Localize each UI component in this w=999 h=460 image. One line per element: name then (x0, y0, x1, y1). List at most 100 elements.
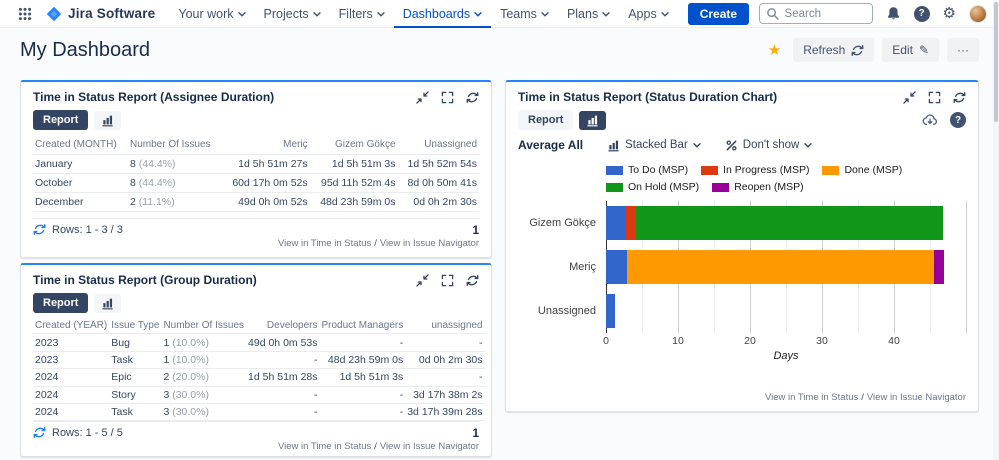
gridline (966, 201, 967, 333)
view-in-time-in-status-link[interactable]: View in Time in Status (278, 441, 371, 452)
edit-button[interactable]: Edit ✎ (882, 38, 939, 62)
settings-gear-icon[interactable]: ⚙ (943, 6, 956, 21)
nav-item-label: Filters (339, 7, 373, 21)
nav-item-plans[interactable]: Plans (558, 0, 619, 28)
report-toggle-button[interactable]: Report (33, 293, 88, 313)
jira-logo[interactable]: Jira Software (42, 6, 165, 22)
table-cell: 2024 (33, 369, 109, 386)
x-tick-label: 0 (603, 335, 609, 347)
refresh-button[interactable]: Refresh (793, 38, 874, 62)
nav-item-apps[interactable]: Apps (619, 0, 678, 28)
chevron-down-icon (693, 143, 701, 148)
nav-item-label: Plans (567, 7, 598, 21)
legend-item-to-do-msp-[interactable]: To Do (MSP) (606, 164, 688, 176)
page-number[interactable]: 1 (472, 223, 479, 237)
bar-segment-on-hold-msp-[interactable] (636, 206, 943, 240)
bar-segment-to-do-msp-[interactable] (606, 206, 625, 240)
rows-info[interactable]: Rows: 1 - 5 / 5 (33, 426, 123, 439)
x-axis: 010203040 (606, 333, 966, 348)
app-switcher-icon[interactable] (12, 7, 38, 21)
help-icon[interactable]: ? (950, 112, 966, 128)
column-header[interactable]: Gizem Gökçe (310, 135, 398, 155)
chart-type-dropdown[interactable]: Stacked Bar (607, 139, 701, 152)
chart-toggle-button[interactable] (94, 111, 121, 130)
bar-chart-icon (607, 139, 620, 152)
help-icon[interactable]: ? (914, 6, 930, 22)
table-cell: 0d 0h 2m 30s (405, 351, 484, 368)
rows-info[interactable]: Rows: 1 - 3 / 3 (33, 223, 123, 236)
column-header[interactable]: Created (MONTH) (33, 135, 128, 155)
nav-item-dashboards[interactable]: Dashboards (394, 0, 491, 28)
dashboard-header: My Dashboard ★ Refresh Edit ✎ ··· (0, 28, 999, 72)
collapse-icon[interactable] (416, 274, 429, 287)
issue-count-cell: 2 (11.1%) (128, 193, 222, 212)
collapse-icon[interactable] (416, 91, 429, 104)
nav-item-projects[interactable]: Projects (255, 0, 330, 28)
collapse-icon[interactable] (903, 91, 916, 104)
chevron-down-icon (474, 12, 482, 17)
view-in-time-in-status-link[interactable]: View in Time in Status (765, 392, 858, 403)
x-tick-label: 30 (816, 335, 828, 347)
expand-icon[interactable] (441, 274, 454, 287)
column-header[interactable]: Meriç (222, 135, 310, 155)
refresh-icon[interactable] (466, 91, 479, 104)
notifications-bell-icon[interactable] (886, 6, 901, 21)
chart-toggle-button[interactable] (94, 294, 121, 313)
column-header[interactable]: Issue Type (109, 318, 161, 334)
bar-segment-done-msp-[interactable] (627, 250, 934, 284)
refresh-icon[interactable] (466, 274, 479, 287)
bar-segment-in-progress-msp-[interactable] (625, 206, 635, 240)
expand-icon[interactable] (928, 91, 941, 104)
table-cell: 49d 0h 0m 52s (222, 193, 310, 212)
bar-segment-to-do-msp-[interactable] (606, 250, 627, 284)
column-header[interactable]: Number Of Issues (128, 135, 222, 155)
column-header[interactable]: Created (YEAR) (33, 318, 109, 334)
table-row: 2024Story3 (30.0%)--3d 17h 38m 2s (33, 386, 485, 403)
view-in-issue-navigator-link[interactable]: View in Issue Navigator (380, 441, 479, 452)
create-button[interactable]: Create (688, 3, 749, 25)
table-cell: - (246, 351, 319, 368)
favorite-star-icon[interactable]: ★ (768, 41, 781, 59)
table-cell: - (405, 369, 484, 386)
expand-icon[interactable] (441, 91, 454, 104)
legend-item-reopen-msp-[interactable]: Reopen (MSP) (712, 181, 803, 193)
scrollbar-thumb[interactable] (994, 2, 998, 122)
column-header[interactable]: Developers (246, 318, 319, 334)
view-in-time-in-status-link[interactable]: View in Time in Status (278, 238, 371, 249)
table-cell: 2023 (33, 351, 109, 368)
nav-item-filters[interactable]: Filters (330, 0, 394, 28)
nav-item-your-work[interactable]: Your work (169, 0, 254, 28)
column-header[interactable]: Product Managers (320, 318, 406, 334)
more-options-button[interactable]: ··· (947, 38, 979, 62)
view-in-issue-navigator-link[interactable]: View in Issue Navigator (867, 392, 966, 403)
view-in-issue-navigator-link[interactable]: View in Issue Navigator (380, 238, 479, 249)
report-toggle-button[interactable]: Report (33, 110, 88, 130)
download-cloud-icon[interactable] (922, 112, 938, 128)
chevron-down-icon (661, 12, 669, 17)
table-cell: 49d 0h 0m 53s (246, 334, 319, 351)
legend-swatch (606, 166, 623, 175)
primary-nav: Your workProjects Filters DashboardsTeams P… (169, 0, 677, 28)
legend-item-on-hold-msp-[interactable]: On Hold (MSP) (606, 181, 699, 193)
column-header[interactable]: Number Of Issues (161, 318, 246, 334)
percentage-dropdown[interactable]: Don't show (725, 139, 813, 152)
bar-chart-icon (101, 114, 114, 127)
bar-segment-to-do-msp-[interactable] (606, 294, 615, 328)
panel-group-duration: Time in Status Report (Group Duration) R… (20, 263, 492, 457)
report-label: Report (528, 114, 563, 126)
table-cell: - (320, 386, 406, 403)
nav-item-teams[interactable]: Teams (491, 0, 558, 28)
column-header[interactable]: Unassigned (398, 135, 479, 155)
link-separator: / (374, 441, 377, 452)
page-number[interactable]: 1 (472, 426, 479, 440)
user-avatar[interactable] (969, 5, 987, 23)
refresh-icon[interactable] (953, 91, 966, 104)
table-cell: December (33, 193, 128, 212)
chart-toggle-button[interactable] (579, 111, 606, 130)
bar-segment-reopen-msp-[interactable] (934, 250, 944, 284)
report-toggle-button[interactable]: Report (518, 110, 573, 130)
legend-item-in-progress-msp-[interactable]: In Progress (MSP) (701, 164, 809, 176)
legend-item-done-msp-[interactable]: Done (MSP) (822, 164, 902, 176)
column-header[interactable]: unassigned (405, 318, 484, 334)
scrollbar[interactable] (993, 0, 999, 460)
